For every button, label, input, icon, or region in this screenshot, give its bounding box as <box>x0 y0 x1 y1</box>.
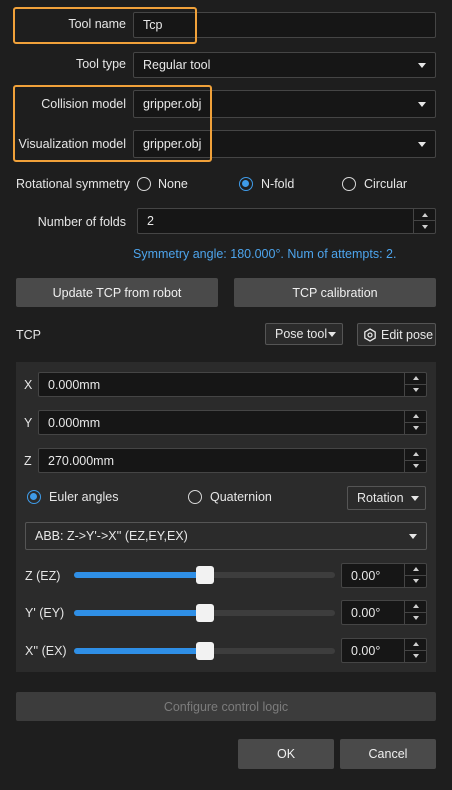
edit-pose-label: Edit pose <box>381 327 434 342</box>
x-label: X <box>24 378 33 392</box>
angle-ex-spinbox[interactable]: 0.00° <box>341 638 427 663</box>
models-highlight <box>13 85 212 162</box>
angle-ex-stepper[interactable] <box>404 639 426 662</box>
angle-ey-spinbox[interactable]: 0.00° <box>341 600 427 625</box>
number-of-folds-label: Number of folds <box>37 215 126 229</box>
tool-type-select[interactable]: Regular tool <box>133 52 436 78</box>
quaternion-radio[interactable] <box>188 490 202 504</box>
symmetry-none-radio[interactable] <box>137 177 151 191</box>
x-stepper[interactable] <box>404 373 426 396</box>
pose-panel <box>16 362 436 672</box>
symmetry-nfold-radio[interactable] <box>239 177 253 191</box>
angle-ey-label: Y' (EY) <box>25 606 65 620</box>
quaternion-label: Quaternion <box>210 490 272 504</box>
z-label: Z <box>24 454 32 468</box>
tool-type-value: Regular tool <box>143 58 211 72</box>
configure-control-logic-button[interactable]: Configure control logic <box>16 692 436 721</box>
cancel-button[interactable]: Cancel <box>340 739 436 769</box>
y-spinbox[interactable]: 0.000mm <box>38 410 427 435</box>
angle-ez-spinbox[interactable]: 0.00° <box>341 563 427 588</box>
rotation-mode-value: Rotation <box>357 491 404 505</box>
chevron-down-icon <box>409 534 417 539</box>
tool-type-label: Tool type <box>75 57 126 71</box>
angle-ey-slider-fill <box>74 610 205 616</box>
symmetry-circular-label: Circular <box>364 177 408 191</box>
y-stepper[interactable] <box>404 411 426 434</box>
symmetry-none-label: None <box>158 177 188 191</box>
chevron-down-icon <box>411 496 419 501</box>
angle-ey-value: 0.00° <box>351 606 381 620</box>
angle-ex-label: X'' (EX) <box>25 644 67 658</box>
angle-ex-slider-handle[interactable] <box>195 642 214 660</box>
pose-tool-select[interactable]: Pose tool <box>265 323 343 345</box>
z-value: 270.000mm <box>48 454 115 468</box>
number-of-folds-value: 2 <box>147 214 154 228</box>
symmetry-info-text: Symmetry angle: 180.000°. Num of attempt… <box>133 247 397 261</box>
z-spinbox[interactable]: 270.000mm <box>38 448 427 473</box>
pose-tool-value: Pose tool <box>275 327 328 341</box>
angle-ez-slider-handle[interactable] <box>195 566 214 584</box>
y-label: Y <box>24 416 33 430</box>
rotational-symmetry-label: Rotational symmetry <box>16 177 130 191</box>
euler-angles-label: Euler angles <box>49 490 119 504</box>
tcp-calibration-button[interactable]: TCP calibration <box>234 278 436 307</box>
euler-convention-select[interactable]: ABB: Z->Y'->X'' (EZ,EY,EX) <box>25 522 427 550</box>
ok-button[interactable]: OK <box>238 739 334 769</box>
number-of-folds-stepper[interactable] <box>413 209 435 233</box>
angle-ex-value: 0.00° <box>351 644 381 658</box>
hexagon-edit-icon <box>364 327 376 342</box>
tool-name-highlight <box>13 7 197 44</box>
euler-convention-value: ABB: Z->Y'->X'' (EZ,EY,EX) <box>35 529 188 543</box>
chevron-down-icon <box>328 332 336 337</box>
tcp-label: TCP <box>16 328 41 342</box>
angle-ez-label: Z (EZ) <box>25 569 61 583</box>
chevron-down-icon <box>418 102 426 107</box>
x-value: 0.000mm <box>48 378 101 392</box>
chevron-down-icon <box>418 142 426 147</box>
chevron-down-icon <box>418 63 426 68</box>
angle-ez-stepper[interactable] <box>404 564 426 587</box>
symmetry-nfold-label: N-fold <box>261 177 295 191</box>
symmetry-circular-radio[interactable] <box>342 177 356 191</box>
angle-ez-slider-fill <box>74 572 205 578</box>
y-value: 0.000mm <box>48 416 101 430</box>
euler-angles-radio[interactable] <box>27 490 41 504</box>
edit-pose-button[interactable]: Edit pose <box>357 323 436 346</box>
update-tcp-button[interactable]: Update TCP from robot <box>16 278 218 307</box>
number-of-folds-spinbox[interactable]: 2 <box>137 208 436 234</box>
angle-ex-slider-fill <box>74 648 205 654</box>
x-spinbox[interactable]: 0.000mm <box>38 372 427 397</box>
z-stepper[interactable] <box>404 449 426 472</box>
angle-ey-slider-handle[interactable] <box>195 604 214 622</box>
angle-ez-value: 0.00° <box>351 569 381 583</box>
angle-ey-stepper[interactable] <box>404 601 426 624</box>
rotation-mode-select[interactable]: Rotation <box>347 486 426 510</box>
